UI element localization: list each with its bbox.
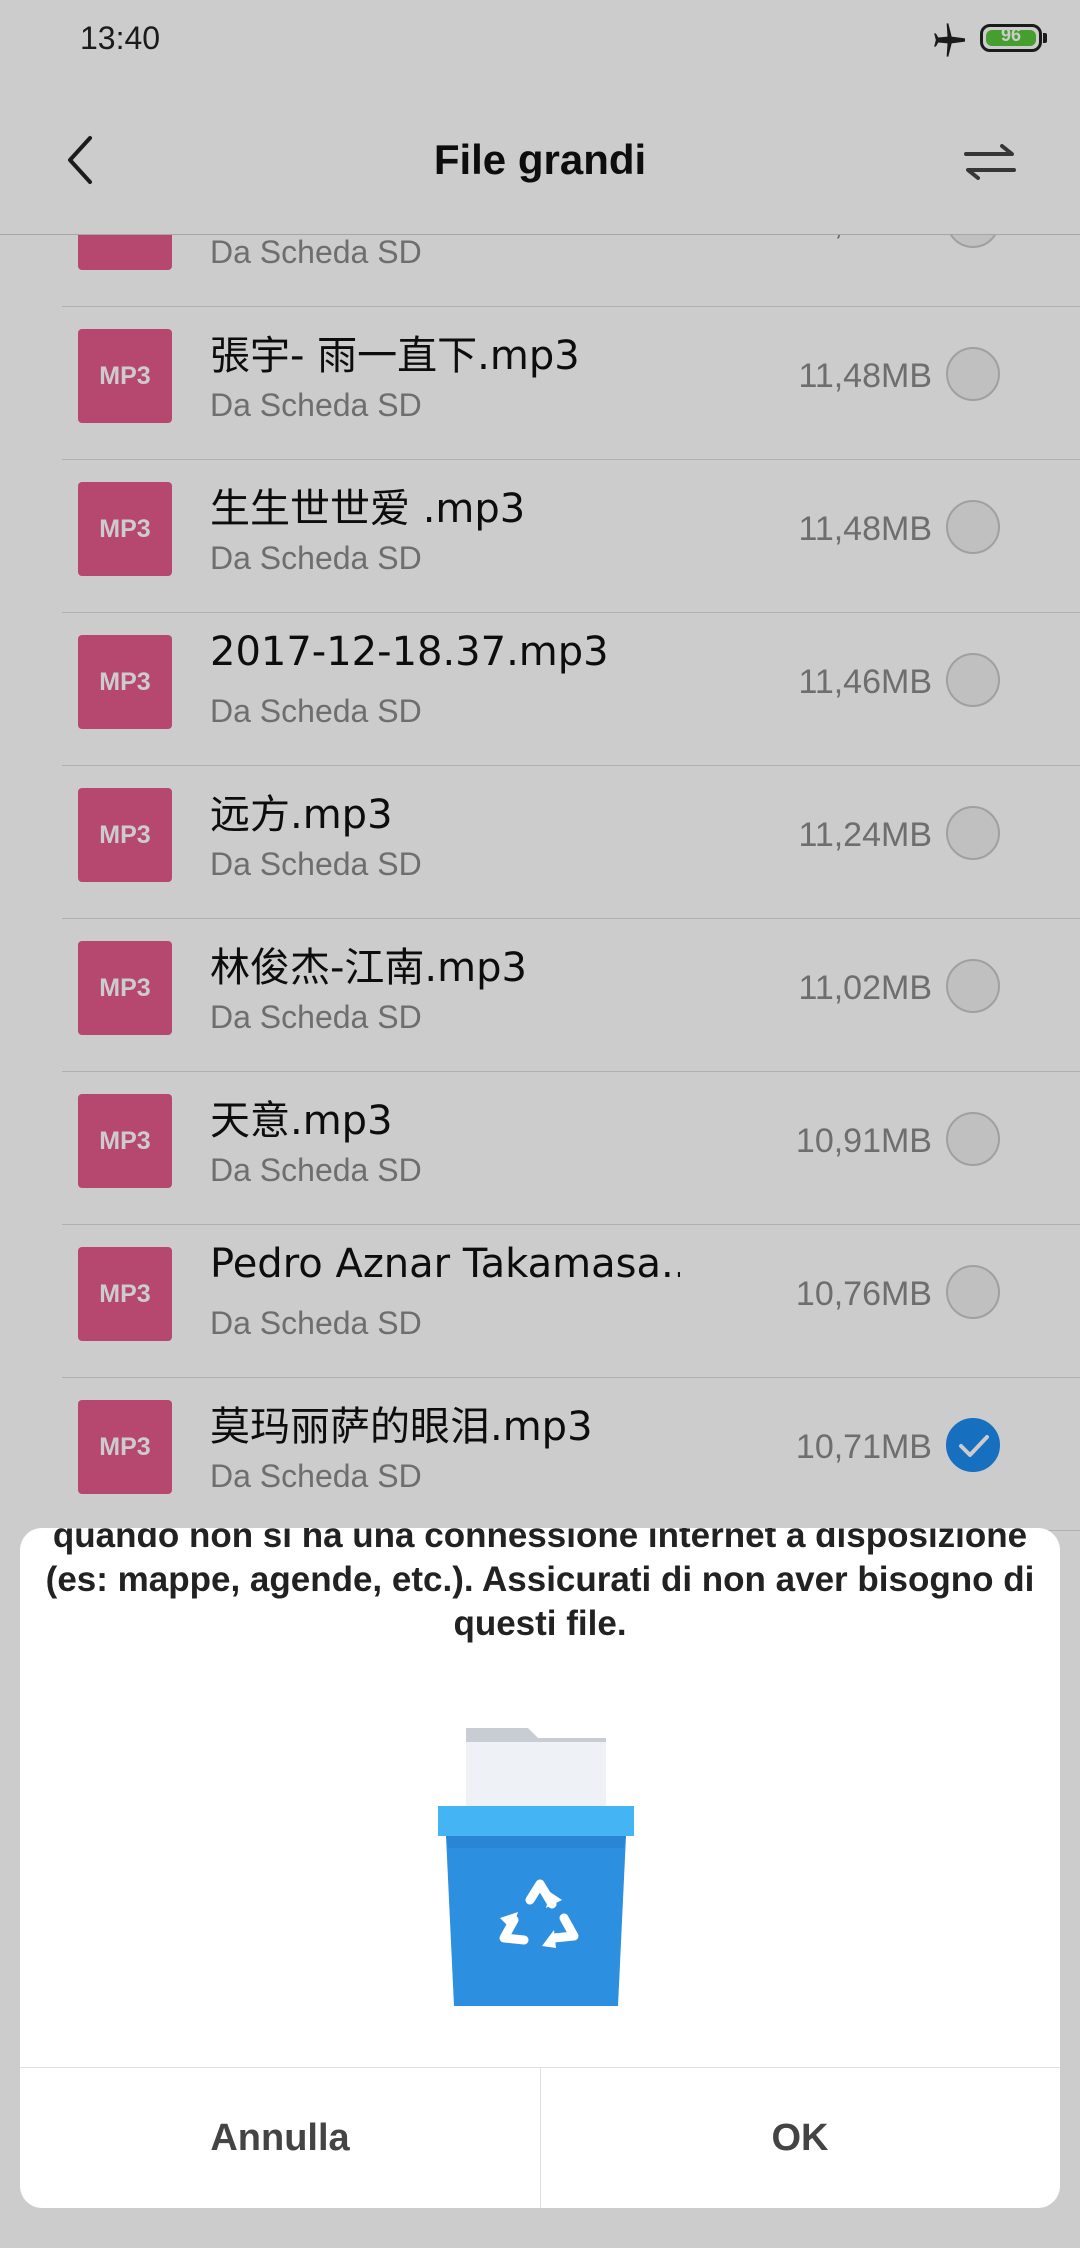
dialog-message: quando non si ha una connessione interne… bbox=[45, 1528, 1035, 1643]
recycle-bin-icon bbox=[438, 1728, 634, 2006]
screen: 13:40 96 File grandi MP3雪見一個人之旅.mp3Da Sc… bbox=[0, 0, 1080, 2248]
cancel-button[interactable]: Annulla bbox=[20, 2068, 541, 2208]
dialog-actions: Annulla OK bbox=[20, 2067, 1060, 2208]
ok-button[interactable]: OK bbox=[540, 2068, 1060, 2208]
confirm-dialog: quando non si ha una connessione interne… bbox=[20, 1528, 1060, 2208]
